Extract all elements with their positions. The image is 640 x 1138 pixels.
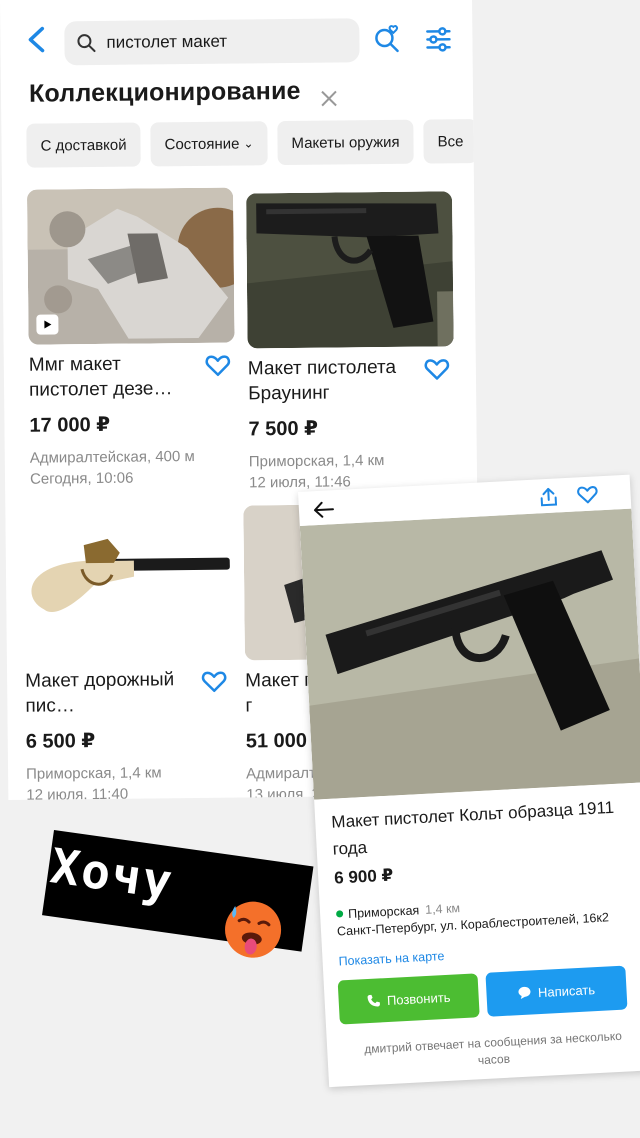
- listing-station: Приморская, 1,4 км: [248, 451, 385, 471]
- listing-title[interactable]: Макет дорожный пис…: [25, 667, 196, 719]
- listing-card[interactable]: Макет дорожный пис… 6 500 ₽ Приморская, …: [23, 503, 238, 800]
- show-on-map-link[interactable]: Показать на карте: [338, 949, 444, 969]
- listing-price: 17 000 ₽: [29, 413, 111, 437]
- heart-icon[interactable]: [201, 670, 227, 694]
- metro-station: Приморская: [347, 903, 420, 921]
- phone-icon: [367, 994, 381, 1007]
- heart-icon[interactable]: [576, 484, 599, 505]
- saved-search-icon[interactable]: [372, 24, 402, 54]
- item-location: Приморская 1,4 км Санкт-Петербург, ул. Ко…: [335, 891, 637, 941]
- item-detail-screenshot: Макет пистолет Кольт образца 1911 года 6…: [298, 474, 640, 1088]
- search-field[interactable]: [64, 18, 360, 66]
- heart-icon[interactable]: [205, 354, 231, 378]
- seller-response-note: дмитрий отвечает на сообщения за несколь…: [363, 1028, 623, 1068]
- listing-photo[interactable]: [246, 191, 454, 349]
- listing-station: Адмиралтейская, 400 м: [29, 447, 195, 467]
- listing-meta: Приморская, 1,4 км 12 июля, 11:40: [26, 762, 238, 800]
- write-button[interactable]: Написать: [485, 965, 628, 1017]
- listing-date: 12 июля, 11:40: [26, 785, 129, 800]
- listing-photo[interactable]: [23, 503, 231, 661]
- listing-title[interactable]: Ммг макет пистолет дезе…: [29, 351, 200, 403]
- heart-icon[interactable]: [424, 357, 450, 381]
- back-arrow-icon[interactable]: [313, 500, 336, 519]
- video-icon: [36, 314, 59, 335]
- call-label: Позвонить: [386, 989, 451, 1008]
- metro-distance: 1,4 км: [424, 901, 461, 917]
- call-button[interactable]: Позвонить: [337, 973, 480, 1025]
- listing-price: 7 500 ₽: [248, 417, 319, 441]
- listing-card[interactable]: Ммг макет пистолет дезе… 17 000 ₽ Адмира…: [26, 187, 242, 490]
- write-label: Написать: [537, 981, 596, 1000]
- listing-photo[interactable]: [26, 187, 235, 345]
- search-input[interactable]: [104, 29, 349, 54]
- metro-dot-icon: [335, 910, 344, 918]
- search-icon: [77, 34, 96, 53]
- close-icon[interactable]: [319, 88, 339, 108]
- filters-icon[interactable]: [424, 25, 452, 53]
- hot-face-emoji-icon: [225, 901, 282, 958]
- back-arrow-icon[interactable]: [22, 23, 52, 55]
- chevron-down-icon: ⌄: [243, 136, 254, 151]
- chip-delivery[interactable]: С доставкой: [26, 122, 141, 168]
- sticker: Хочу: [42, 830, 314, 958]
- sticker-text: Хочу: [47, 838, 178, 911]
- chat-icon: [518, 986, 531, 1000]
- listing-card[interactable]: Макет пистолета Браунинг 7 500 ₽ Приморс…: [246, 191, 461, 493]
- listing-price: 6 500 ₽: [25, 730, 96, 753]
- item-price: 6 900 ₽: [333, 865, 394, 888]
- browning-pistol-photo: [246, 191, 454, 349]
- listing-date: Сегодня, 10:06: [29, 469, 134, 488]
- chip-replica-weapons[interactable]: Макеты оружия: [277, 119, 414, 166]
- colt-pistol-photo[interactable]: [299, 508, 640, 800]
- filter-chips: С доставкой Состояние ⌄ Макеты оружия Все: [26, 119, 478, 168]
- item-title: Макет пистолет Кольт образца 1911 года: [330, 797, 615, 859]
- listing-station: Приморская, 1,4 км: [26, 764, 162, 783]
- category-title: Коллекционирование: [28, 76, 301, 108]
- chip-condition[interactable]: Состояние ⌄: [150, 121, 268, 167]
- top-bar: [0, 0, 473, 80]
- listing-meta: Адмиралтейская, 400 м Сегодня, 10:06: [30, 445, 242, 489]
- chip-all[interactable]: Все: [423, 119, 478, 164]
- share-icon[interactable]: [538, 486, 559, 507]
- listing-title[interactable]: Макет пистолета Браунинг: [248, 355, 419, 407]
- flintlock-pistol-photo: [23, 503, 231, 661]
